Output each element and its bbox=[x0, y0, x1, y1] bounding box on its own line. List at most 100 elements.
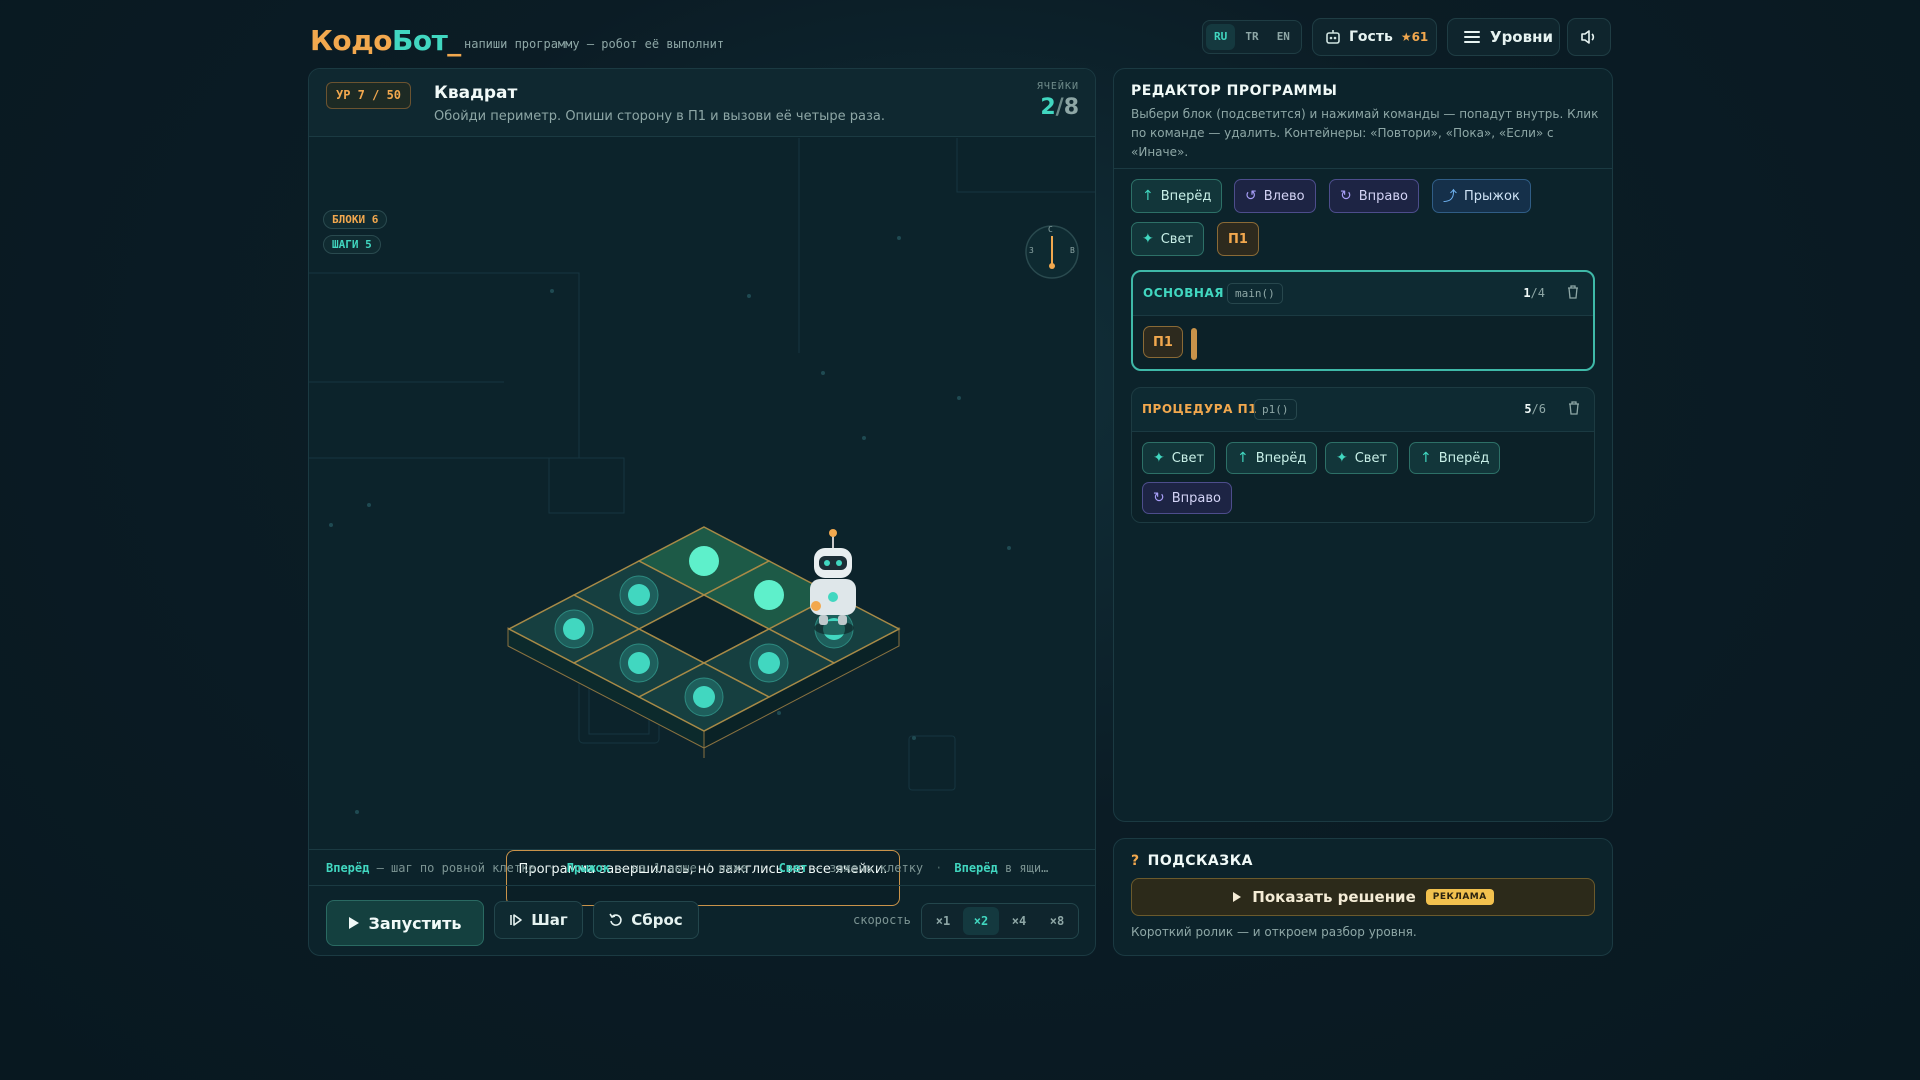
speed-label: скорость bbox=[853, 913, 911, 927]
user-profile-button[interactable]: Гость ★61 bbox=[1312, 18, 1437, 56]
sparkle-icon: ✦ bbox=[1153, 450, 1165, 466]
show-solution-label: Показать решение bbox=[1252, 888, 1416, 906]
palette-right-label: Вправо bbox=[1358, 188, 1408, 204]
control-bar: Запустить Шаг Сброс скорость ×1 ×2 ×4 ×8 bbox=[309, 885, 1095, 955]
legend-key-light: Свет bbox=[778, 861, 808, 875]
menu-icon bbox=[1464, 31, 1480, 43]
palette-light-button[interactable]: ✦ Свет bbox=[1131, 222, 1205, 256]
proc-command-right[interactable]: ↻ Вправо bbox=[1142, 482, 1232, 514]
main-count-used: 1 bbox=[1523, 286, 1531, 300]
user-stars: ★61 bbox=[1400, 30, 1429, 44]
proc-command-label: Свет bbox=[1354, 450, 1388, 466]
arrow-up-icon: ↑ bbox=[1237, 450, 1249, 466]
speaker-icon bbox=[1581, 30, 1595, 44]
sparkle-icon: ✦ bbox=[1142, 231, 1154, 247]
jump-icon: ⤴ bbox=[1443, 189, 1457, 205]
sparkle-icon: ✦ bbox=[1336, 450, 1348, 466]
trash-icon[interactable] bbox=[1568, 401, 1580, 415]
procedure-title: ПРОЦЕДУРА П1 bbox=[1142, 402, 1257, 416]
hint-note: Короткий ролик — и откроем разбор уровня… bbox=[1131, 925, 1417, 939]
reset-label: Сброс bbox=[631, 911, 683, 929]
palette-forward-button[interactable]: ↑ Вперёд bbox=[1131, 179, 1223, 213]
app-logo: КодоБот_ bbox=[310, 24, 461, 57]
main-command-p1[interactable]: П1 bbox=[1143, 326, 1183, 358]
legend-text-jump: — на 1 выше / ниже bbox=[610, 861, 748, 875]
trash-icon[interactable] bbox=[1567, 285, 1579, 299]
proc-command-label: Свет bbox=[1171, 450, 1205, 466]
legend-text-forward: — шаг по ровной клетке bbox=[369, 861, 536, 875]
run-label: Запустить bbox=[368, 913, 462, 933]
proc-count-used: 5 bbox=[1524, 402, 1532, 416]
lang-en-button[interactable]: EN bbox=[1269, 24, 1298, 50]
cells-label: ЯЧЕЙКИ bbox=[1036, 81, 1079, 92]
palette-right-button[interactable]: ↻ Вправо bbox=[1329, 179, 1419, 213]
level-header: УР 7 / 50 Квадрат Обойди периметр. Опиши… bbox=[309, 69, 1095, 137]
play-icon bbox=[1233, 892, 1242, 902]
rotate-right-icon: ↻ bbox=[1340, 188, 1352, 204]
speed-x8-button[interactable]: ×8 bbox=[1039, 907, 1075, 935]
program-editor: РЕДАКТОР ПРОГРАММЫ Выбери блок (подсвети… bbox=[1113, 68, 1613, 822]
play-icon bbox=[349, 917, 360, 929]
logo-text-part1: Кодо bbox=[310, 24, 392, 57]
arrow-up-icon: ↑ bbox=[1142, 188, 1154, 204]
proc-command-light[interactable]: ✦ Свет bbox=[1325, 442, 1399, 474]
palette-jump-button[interactable]: ⤴ Прыжок bbox=[1432, 179, 1531, 213]
game-stage: БЛОКИ 6 ШАГИ 5 С З В Программа завершила… bbox=[309, 138, 1095, 906]
proc-count-max: /6 bbox=[1531, 402, 1546, 416]
cells-total: 8 bbox=[1063, 95, 1079, 120]
tagline: напиши программу — робот её выполнит bbox=[464, 37, 725, 51]
palette-left-label: Влево bbox=[1263, 188, 1305, 204]
level-badge: УР 7 / 50 bbox=[326, 82, 412, 109]
lang-tr-button[interactable]: TR bbox=[1237, 24, 1266, 50]
ad-badge: РЕКЛАМА bbox=[1425, 889, 1494, 905]
cells-lit: 2 bbox=[1040, 95, 1056, 120]
palette-left-button[interactable]: ↺ Влево bbox=[1234, 179, 1316, 213]
speed-x4-button[interactable]: ×4 bbox=[1001, 907, 1037, 935]
proc-command-forward[interactable]: ↑ Вперёд bbox=[1409, 442, 1501, 474]
speed-x1-button[interactable]: ×1 bbox=[925, 907, 961, 935]
insert-cursor bbox=[1191, 328, 1197, 360]
step-label: Шаг bbox=[531, 911, 568, 929]
run-button[interactable]: Запустить bbox=[326, 900, 484, 946]
isometric-board bbox=[507, 526, 901, 758]
procedure-count: 5/6 bbox=[1524, 402, 1546, 416]
game-panel: УР 7 / 50 Квадрат Обойди периметр. Опиши… bbox=[308, 68, 1096, 956]
speed-x2-button[interactable]: ×2 bbox=[963, 907, 999, 935]
rotate-right-icon: ↻ bbox=[1153, 490, 1165, 506]
hint-panel: ? ПОДСКАЗКА Показать решение РЕКЛАМА Коро… bbox=[1113, 838, 1613, 956]
sound-toggle-button[interactable] bbox=[1567, 18, 1611, 56]
main-count-max: /4 bbox=[1530, 286, 1545, 300]
main-command-p1-label: П1 bbox=[1153, 334, 1173, 350]
show-solution-button[interactable]: Показать решение РЕКЛАМА bbox=[1131, 878, 1595, 916]
palette-forward-label: Вперёд bbox=[1160, 188, 1212, 204]
proc-command-label: Вперёд bbox=[1438, 450, 1490, 466]
levels-label: Уровни bbox=[1490, 28, 1553, 46]
editor-description: Выбери блок (подсветится) и нажимай кома… bbox=[1131, 107, 1599, 159]
proc-command-label: Вправо bbox=[1171, 490, 1221, 506]
level-title: Квадрат bbox=[434, 83, 518, 103]
palette-p1-label: П1 bbox=[1228, 231, 1248, 247]
procedure-p1-block[interactable]: ПРОЦЕДУРА П1 p1() 5/6 ✦ Свет ↑ Вперёд ✦ Све… bbox=[1131, 387, 1595, 523]
palette-jump-label: Прыжок bbox=[1464, 188, 1520, 204]
level-description: Обойди периметр. Опиши сторону в П1 и вы… bbox=[434, 109, 886, 124]
procedure-fn-label: p1() bbox=[1254, 399, 1297, 420]
main-block-title: ОСНОВНАЯ bbox=[1143, 286, 1224, 300]
reset-button[interactable]: Сброс bbox=[593, 901, 699, 939]
main-block[interactable]: ОСНОВНАЯ main() 1/4 П1 bbox=[1131, 270, 1595, 371]
palette-light-label: Свет bbox=[1160, 231, 1194, 247]
step-icon bbox=[510, 914, 523, 926]
levels-button[interactable]: Уровни bbox=[1447, 18, 1560, 56]
step-button[interactable]: Шаг bbox=[494, 901, 583, 939]
reset-icon bbox=[609, 913, 622, 926]
user-name: Гость bbox=[1349, 29, 1393, 45]
legend-key-forward: Вперёд bbox=[326, 861, 370, 875]
lang-ru-button[interactable]: RU bbox=[1206, 24, 1236, 50]
main-fn-label: main() bbox=[1227, 283, 1283, 304]
legend-key-forward-box: Вперёд bbox=[954, 861, 998, 875]
logo-text-part2: Бот bbox=[391, 24, 448, 57]
palette-p1-button[interactable]: П1 bbox=[1217, 222, 1259, 256]
language-switcher: RU TR EN bbox=[1202, 20, 1302, 54]
proc-command-forward[interactable]: ↑ Вперёд bbox=[1226, 442, 1318, 474]
proc-command-light[interactable]: ✦ Свет bbox=[1142, 442, 1216, 474]
proc-command-label: Вперёд bbox=[1255, 450, 1307, 466]
